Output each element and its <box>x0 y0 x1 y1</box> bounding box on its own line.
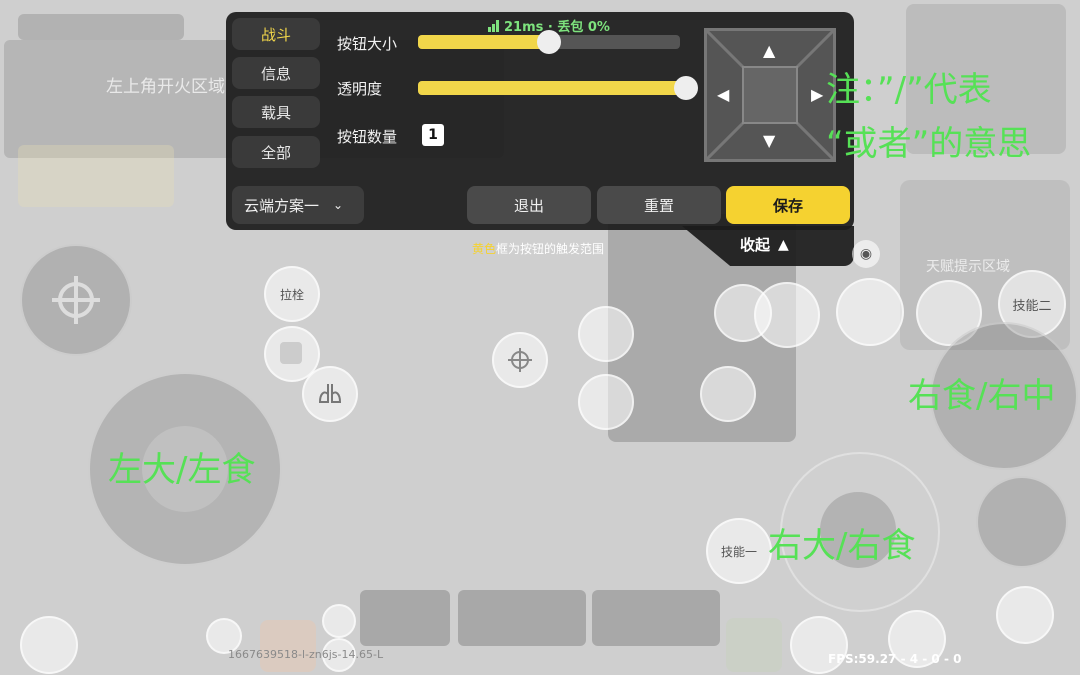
scheme-select[interactable]: 云端方案一 ⌄ <box>232 186 364 224</box>
weapon-slot-1[interactable] <box>360 590 450 646</box>
skill-two-label: 技能二 <box>1012 298 1052 314</box>
medkit-icon <box>280 342 302 364</box>
eye-icon[interactable]: ◉ <box>852 240 880 268</box>
arrow-left-icon: ◀ <box>717 85 730 104</box>
collapse-label: 收起 <box>740 236 771 254</box>
lung-icon <box>318 384 342 403</box>
button-size-knob[interactable] <box>537 30 561 54</box>
fps-readout: FPS:59.27 - 4 - 0 - 0 <box>828 652 962 666</box>
skill-hint-label: 天赋提示区域 <box>926 259 1010 275</box>
backpack-button[interactable] <box>20 616 78 674</box>
item-slot-right[interactable] <box>726 618 782 672</box>
button-size-fill <box>418 35 549 49</box>
crosshair-icon <box>52 276 100 324</box>
annotation-right-top: 右食/右中 <box>908 376 1056 416</box>
arrow-up-icon: ▲ <box>763 41 776 60</box>
opacity-knob[interactable] <box>674 76 698 100</box>
dpad-preview[interactable]: ▲ ▼ ◀ ▶ <box>704 28 836 162</box>
collapse-button[interactable]: 收起 ▲ <box>740 234 789 255</box>
fire-zone-label: 左上角开火区域 <box>106 77 225 97</box>
button-count-label: 按钮数量 <box>337 128 398 146</box>
small-slot-1[interactable] <box>322 604 356 638</box>
button-size-label: 按钮大小 <box>337 35 398 53</box>
note-line-1: 注：”/”代表 <box>826 70 992 110</box>
stance-button-1[interactable] <box>754 282 820 348</box>
trigger-hint-text: 框为按钮的触发范围 <box>496 242 605 256</box>
save-button[interactable]: 保存 <box>726 186 850 224</box>
crouch-button[interactable] <box>996 586 1054 644</box>
arrow-right-icon: ▶ <box>811 85 824 104</box>
button-count-value[interactable]: 1 <box>422 124 444 146</box>
top-left-bar <box>18 14 184 40</box>
tab-battle[interactable]: 战斗 <box>232 18 320 50</box>
item-slot-left[interactable] <box>260 620 316 672</box>
tab-info[interactable]: 信息 <box>232 57 320 89</box>
tab-vehicle[interactable]: 载具 <box>232 96 320 128</box>
aim-button[interactable] <box>20 244 132 356</box>
trigger-hint-highlight: 黄色 <box>472 242 497 256</box>
reset-button[interactable]: 重置 <box>597 186 721 224</box>
opacity-slider[interactable] <box>418 81 686 95</box>
arrow-down-icon: ▼ <box>763 131 776 150</box>
opacity-fill <box>418 81 686 95</box>
pull-bolt-label: 拉栓 <box>279 287 304 302</box>
heal-button[interactable] <box>578 306 634 362</box>
device-id-text: 1667639518-l-zn6js-14.65-L <box>228 648 384 661</box>
center-crosshair-button[interactable] <box>492 332 548 388</box>
trigger-hint: 黄色框为按钮的触发范围 <box>472 240 604 257</box>
crosshair-small-icon <box>508 348 532 372</box>
weapon-slot-3[interactable] <box>592 590 720 646</box>
note-line-2: “或者”的意思 <box>826 124 1032 164</box>
faded-card <box>18 145 174 207</box>
tab-all[interactable]: 全部 <box>232 136 320 168</box>
jump-button[interactable] <box>976 476 1068 568</box>
annotation-right-joystick: 右大/右食 <box>768 526 916 566</box>
chevron-up-icon: ▲ <box>778 236 789 253</box>
annotation-left-joystick: 左大/左食 <box>108 450 256 490</box>
skill-one-button[interactable]: 技能一 <box>706 518 772 584</box>
opacity-label: 透明度 <box>337 80 383 98</box>
weapon-slot-2[interactable] <box>458 590 586 646</box>
buff-button[interactable] <box>578 374 634 430</box>
skill-one-label: 技能一 <box>720 544 757 559</box>
chevron-down-icon: ⌄ <box>333 198 344 212</box>
lung-button[interactable] <box>302 366 358 422</box>
signal-icon <box>488 19 499 32</box>
breath-button[interactable] <box>700 366 756 422</box>
scheme-select-value: 云端方案一 <box>244 196 320 215</box>
pull-bolt-button[interactable]: 拉栓 <box>264 266 320 322</box>
exit-button[interactable]: 退出 <box>467 186 591 224</box>
stance-button-2[interactable] <box>836 278 904 346</box>
